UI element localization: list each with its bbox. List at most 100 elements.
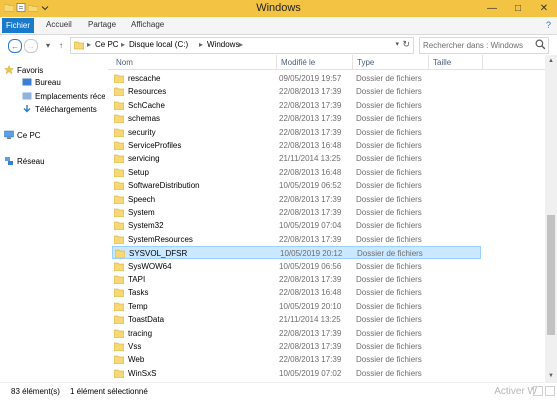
file-row[interactable]: Web 22/08/2013 17:39 Dossier de fichiers [108,353,545,366]
recent-locations-chevron-icon[interactable]: ▾ [42,39,54,51]
file-modified-date: 22/08/2013 16:48 [279,288,342,298]
breadcrumb-separator: ▸ [239,40,244,49]
nav-item-desktop[interactable]: Bureau [22,76,61,88]
search-input[interactable] [420,38,536,53]
file-row[interactable]: servicing 21/11/2014 13:25 Dossier de fich… [108,152,545,165]
refresh-icon[interactable]: ↻ [402,39,410,50]
column-header-modified[interactable]: Modifié le [281,58,315,67]
close-button[interactable]: ✕ [531,0,557,17]
file-row[interactable]: Vss 22/08/2013 17:39 Dossier de fichiers [108,340,545,353]
computer-icon [4,130,14,139]
folder-icon [114,101,124,110]
file-row[interactable]: ToastData 21/11/2014 13:25 Dossier de fich… [108,313,545,326]
folder-icon [114,181,124,191]
file-row[interactable]: Resources 22/08/2013 17:39 Dossier de fich… [108,85,545,98]
file-modified-date: 22/08/2013 17:39 [279,234,342,244]
tab-share[interactable]: Partage [88,20,116,29]
file-row[interactable]: tracing 22/08/2013 17:39 Dossier de fichie… [108,327,545,340]
file-type: Dossier de fichiers [356,221,422,231]
folder-icon [114,289,124,298]
breadcrumb-local-disk[interactable]: Disque local (C:) [129,40,188,49]
network-icon [5,157,13,165]
file-list: Nom Modifié le Type Taille rescache 09/05… [108,55,545,382]
file-row[interactable]: ServiceProfiles 22/08/2013 16:48 Dossier d… [108,139,545,152]
file-row[interactable]: SystemResources 22/08/2013 17:39 Dossier d… [108,233,545,246]
file-row[interactable]: Setup 22/08/2013 16:48 Dossier de fichiers [108,166,545,179]
address-bar[interactable]: ▸ Ce PC ▸ Disque local (C:) ▸ Windows ▸ … [70,37,414,54]
file-name: ServiceProfiles [128,141,182,150]
file-row[interactable]: System32 10/05/2019 07:04 Dossier de fichi… [108,219,545,232]
activation-watermark: Activer W [494,386,537,397]
folder-icon [114,235,124,244]
nav-item-favorites[interactable]: Favoris [4,64,43,76]
column-header-name[interactable]: Nom [116,58,133,67]
help-icon[interactable]: ? [546,20,551,30]
window-title: Windows [256,2,301,14]
breadcrumb-windows[interactable]: Windows [207,40,239,49]
file-row[interactable]: schemas 22/08/2013 17:39 Dossier de fichie… [108,112,545,125]
nav-item-recent-places[interactable]: Emplacements récents [22,90,105,102]
file-row[interactable]: SYSVOL_DFSR 10/05/2019 20:12 Dossier de fi… [112,246,481,260]
file-name: Speech [128,194,156,204]
file-row[interactable]: rescache 09/05/2019 19:57 Dossier de fichi… [108,72,545,85]
file-row[interactable]: TAPI 22/08/2013 17:39 Dossier de fichiers [108,273,545,286]
nav-item-label: Téléchargements [35,104,97,114]
file-modified-date: 22/08/2013 17:39 [279,342,342,351]
column-header-type[interactable]: Type [357,58,374,67]
file-row[interactable]: WinSxS 10/05/2019 07:02 Dossier de fichier… [108,367,545,380]
large-icons-view-icon[interactable] [545,386,555,396]
nav-item-this-pc[interactable]: Ce PC [4,129,41,141]
folder-icon [114,88,124,97]
scroll-up-arrow-icon[interactable]: ▲ [547,57,555,65]
file-row[interactable]: SoftwareDistribution 10/05/2019 06:52 Doss… [108,179,545,192]
column-divider[interactable] [428,55,429,69]
folder-icon [114,302,124,311]
file-name: System [128,208,155,217]
address-dropdown-icon[interactable]: ▾ [395,40,399,48]
tab-home[interactable]: Accueil [46,20,72,29]
nav-item-network[interactable]: Réseau [4,155,45,167]
recent-places-icon [22,92,32,100]
vertical-scrollbar[interactable]: ▲ ▼ [545,55,557,382]
file-row[interactable]: Temp 10/05/2019 20:10 Dossier de fichiers [108,300,545,313]
file-type: Dossier de fichiers [356,288,422,298]
file-type: Dossier de fichiers [356,154,422,164]
tab-file[interactable]: Fichier [2,18,34,33]
breadcrumb-separator: ▸ [87,40,92,49]
file-type: Dossier de fichiers [356,114,422,124]
file-row[interactable]: Speech 22/08/2013 17:39 Dossier de fichier… [108,193,545,206]
file-row[interactable]: System 22/08/2013 17:39 Dossier de fichier… [108,206,545,219]
column-divider[interactable] [276,55,277,69]
scrollbar-thumb[interactable] [547,215,555,335]
minimize-button[interactable]: — [479,0,505,17]
back-button[interactable]: ← [8,39,22,53]
file-row[interactable]: security 22/08/2013 17:39 Dossier de fichi… [108,126,545,139]
search-icon[interactable] [535,39,546,50]
file-row[interactable]: Tasks 22/08/2013 16:48 Dossier de fichiers [108,286,545,299]
window-controls: — □ ✕ [479,0,557,17]
file-modified-date: 21/11/2014 13:25 [279,154,341,164]
folder-icon [74,41,84,50]
file-row[interactable]: SysWOW64 10/05/2019 06:56 Dossier de fichi… [108,260,545,273]
column-divider[interactable] [482,55,483,69]
up-arrow-icon[interactable]: ↑ [55,39,67,51]
breadcrumb-ce-pc[interactable]: Ce PC [95,40,119,49]
file-modified-date: 22/08/2013 17:39 [279,355,342,365]
file-type: Dossier de fichiers [357,249,423,259]
folder-icon [114,195,124,204]
title-bar: Windows — □ ✕ [0,0,557,18]
forward-button[interactable]: → [24,39,38,53]
file-row[interactable]: SchCache 22/08/2013 17:39 Dossier de fichi… [108,99,545,112]
column-header-size[interactable]: Taille [433,58,451,67]
column-divider[interactable] [352,55,353,69]
maximize-button[interactable]: □ [505,0,531,17]
column-headers: Nom Modifié le Type Taille [108,55,545,70]
file-modified-date: 10/05/2019 06:56 [279,261,342,271]
scroll-down-arrow-icon[interactable]: ▼ [547,372,555,380]
details-view-icon[interactable] [533,386,543,396]
tab-view[interactable]: Affichage [131,20,164,29]
nav-item-downloads[interactable]: Téléchargements [22,103,97,115]
file-type: Dossier de fichiers [356,74,422,83]
folder-icon [114,155,124,164]
file-type: Dossier de fichiers [356,342,422,351]
